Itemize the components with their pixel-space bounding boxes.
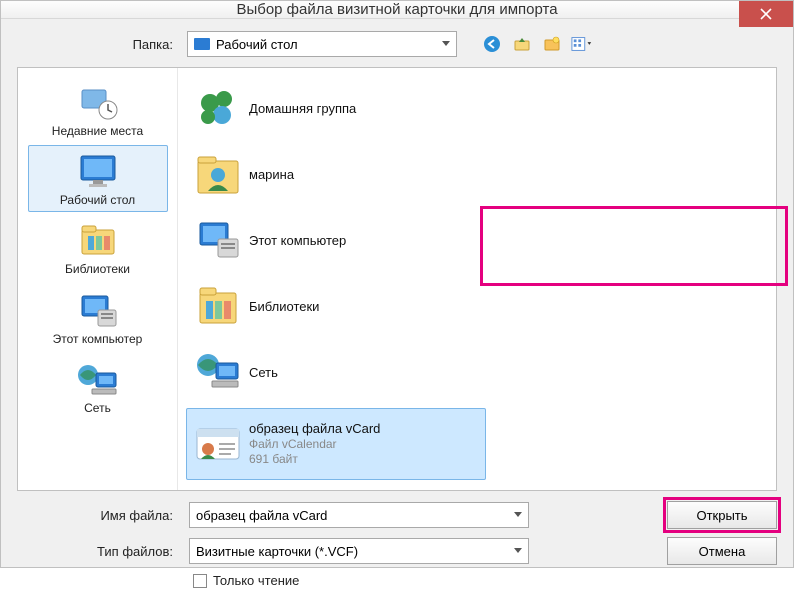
file-name: Этот компьютер	[249, 233, 346, 249]
file-item-network[interactable]: Сеть	[186, 342, 476, 404]
place-label: Рабочий стол	[60, 194, 135, 207]
folder-toolbar	[481, 33, 593, 55]
places-bar: Недавние места Рабочий стол Библиотеки	[18, 68, 178, 490]
view-grid-icon	[571, 35, 593, 53]
readonly-checkbox[interactable]	[193, 574, 207, 588]
selection-highlight	[480, 206, 788, 286]
cancel-button[interactable]: Отмена	[667, 537, 777, 565]
view-menu-button[interactable]	[571, 33, 593, 55]
filename-label: Имя файла:	[17, 508, 177, 523]
filename-input[interactable]: образец файла vCard	[189, 502, 529, 528]
dialog-body: Папка: Рабочий стол	[1, 19, 793, 604]
back-button[interactable]	[481, 33, 503, 55]
main-area: Недавние места Рабочий стол Библиотеки	[17, 67, 777, 491]
place-network[interactable]: Сеть	[28, 353, 168, 420]
homegroup-icon	[193, 84, 243, 134]
close-icon	[760, 8, 772, 20]
folder-up-icon	[513, 35, 531, 53]
place-computer[interactable]: Этот компьютер	[28, 284, 168, 351]
window-title: Выбор файла визитной карточки для импорт…	[236, 1, 557, 18]
file-type-text: Файл vCalendar	[249, 437, 380, 452]
file-size-text: 691 байт	[249, 452, 380, 467]
open-button[interactable]: Открыть	[667, 501, 777, 529]
folder-row: Папка: Рабочий стол	[17, 31, 777, 57]
network-icon	[75, 360, 121, 400]
readonly-label: Только чтение	[213, 573, 299, 588]
filetype-label: Тип файлов:	[17, 544, 177, 559]
file-item-homegroup[interactable]: Домашняя группа	[186, 78, 476, 140]
file-item-libraries[interactable]: Библиотеки	[186, 276, 476, 338]
place-desktop[interactable]: Рабочий стол	[28, 145, 168, 212]
file-list[interactable]: Домашняя группа марина Этот компьютер	[178, 68, 776, 490]
place-label: Сеть	[84, 402, 111, 415]
file-name: Сеть	[249, 365, 278, 381]
open-button-label: Открыть	[696, 508, 747, 523]
chevron-down-icon	[514, 512, 522, 517]
libraries-file-icon	[193, 282, 243, 332]
folder-label: Папка:	[17, 37, 177, 52]
titlebar: Выбор файла визитной карточки для импорт…	[1, 1, 793, 19]
cancel-button-label: Отмена	[699, 544, 746, 559]
user-folder-icon	[193, 150, 243, 200]
file-name: Библиотеки	[249, 299, 319, 315]
new-folder-icon	[543, 35, 561, 53]
filetype-dropdown[interactable]: Визитные карточки (*.VCF)	[189, 538, 529, 564]
place-label: Этот компьютер	[53, 333, 143, 346]
file-item-user[interactable]: марина	[186, 144, 476, 206]
folder-dropdown[interactable]: Рабочий стол	[187, 31, 457, 57]
file-dialog-window: Выбор файла визитной карточки для импорт…	[0, 0, 794, 568]
libraries-icon	[75, 221, 121, 261]
desktop-icon	[194, 38, 210, 50]
file-item-vcard[interactable]: образец файла vCard Файл vCalendar 691 б…	[186, 408, 486, 480]
desktop-monitor-icon	[75, 152, 121, 192]
close-button[interactable]	[739, 1, 793, 27]
chevron-down-icon	[514, 548, 522, 553]
computer-file-icon	[193, 216, 243, 266]
back-arrow-icon	[483, 35, 501, 53]
place-recent[interactable]: Недавние места	[28, 76, 168, 143]
vcard-file-icon	[193, 419, 243, 469]
chevron-down-icon	[442, 41, 450, 46]
file-item-computer[interactable]: Этот компьютер	[186, 210, 476, 272]
network-file-icon	[193, 348, 243, 398]
filetype-value: Визитные карточки (*.VCF)	[196, 544, 358, 559]
up-button[interactable]	[511, 33, 533, 55]
file-name: образец файла vCard	[249, 421, 380, 437]
place-label: Библиотеки	[65, 263, 130, 276]
recent-places-icon	[75, 83, 121, 123]
filename-value: образец файла vCard	[196, 508, 327, 523]
new-folder-button[interactable]	[541, 33, 563, 55]
place-label: Недавние места	[52, 125, 143, 138]
computer-icon	[75, 291, 121, 331]
place-libraries[interactable]: Библиотеки	[28, 214, 168, 281]
file-name: Домашняя группа	[249, 101, 356, 117]
bottom-controls: Имя файла: образец файла vCard Открыть Т…	[17, 501, 777, 588]
folder-dropdown-value: Рабочий стол	[216, 37, 298, 52]
file-name: марина	[249, 167, 294, 183]
